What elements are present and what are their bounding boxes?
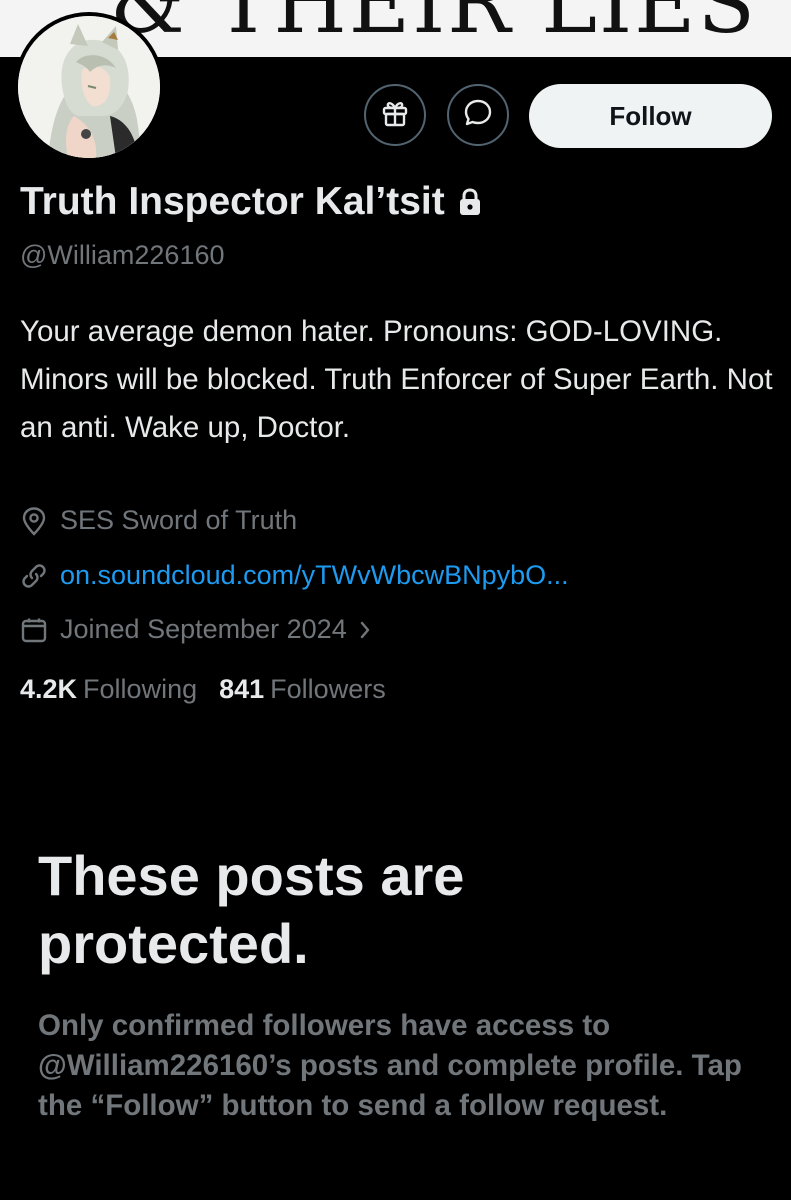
website-link[interactable]: on.soundcloud.com/yTWvWbcwBNpybO... [60,560,569,591]
following-label: Following [83,674,198,704]
follow-button[interactable]: Follow [529,84,772,148]
link-icon [20,562,54,590]
display-name-row: Truth Inspector Kal’tsit [20,180,483,224]
followers-count: 841 [219,674,265,704]
location-row: SES Sword of Truth [20,505,297,536]
gift-button[interactable] [364,84,426,146]
lock-icon [457,187,483,217]
location-pin-icon [20,506,54,536]
display-name: Truth Inspector Kal’tsit [20,180,445,223]
protected-title: These posts are protected. [38,844,465,975]
following-count: 4.2K [20,674,78,704]
following-stat[interactable]: 4.2K Following [20,674,197,705]
avatar[interactable] [14,12,164,162]
followers-label: Followers [270,674,386,704]
followers-stat[interactable]: 841 Followers [219,674,386,705]
avatar-image [18,16,160,158]
bio: Your average demon hater. Pronouns: GOD-… [20,315,773,444]
calendar-icon [20,616,54,644]
message-button[interactable] [447,84,509,146]
gift-icon [382,99,408,131]
follow-stats: 4.2K Following 841 Followers [20,674,386,705]
website-row[interactable]: on.soundcloud.com/yTWvWbcwBNpybO... [20,560,569,591]
chevron-right-icon [359,620,371,640]
handle: @William226160 [20,240,225,270]
joined-row[interactable]: Joined September 2024 [20,614,371,645]
message-icon [463,98,493,132]
location-text: SES Sword of Truth [60,505,298,535]
banner-text: & THEIR LIES [110,0,758,52]
protected-description: Only confirmed followers have access to … [38,1009,742,1122]
joined-text: Joined September 2024 [60,614,347,644]
